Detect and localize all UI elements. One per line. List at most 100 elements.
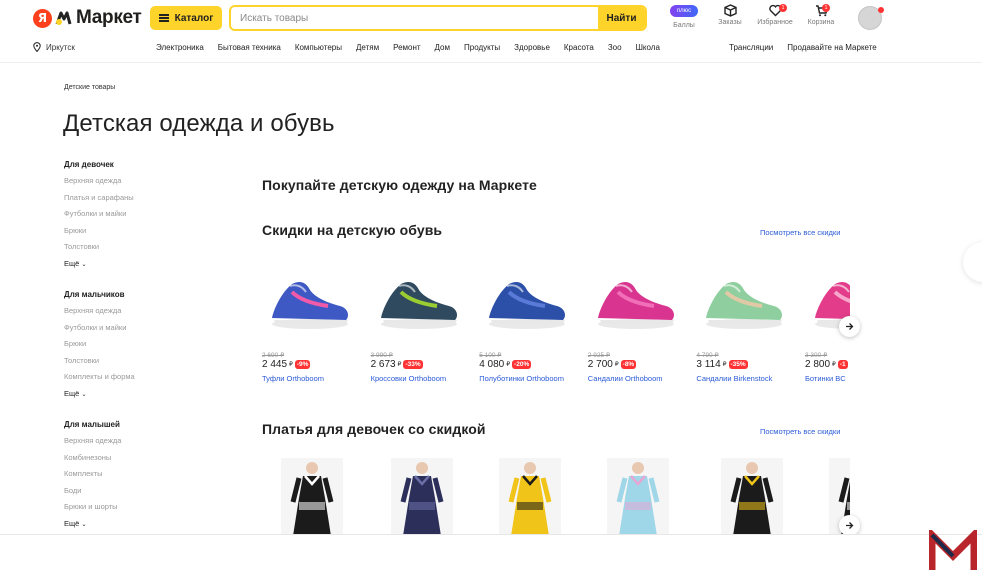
search-button[interactable]: Найти xyxy=(598,7,645,29)
sidebar-group-boys: Для мальчиков Верхняя одежда Футболки и … xyxy=(64,290,194,405)
nav-item-repair[interactable]: Ремонт xyxy=(393,43,420,52)
old-price: 4 790 ₽ xyxy=(696,352,719,359)
product-image[interactable] xyxy=(479,262,574,340)
points-label: Баллы xyxy=(673,22,695,29)
plus-badge-icon: плюс xyxy=(670,5,698,17)
nav-item-kids[interactable]: Детям xyxy=(356,43,379,52)
shoes-see-all-link[interactable]: Посмотреть все скидки xyxy=(760,228,840,237)
user-avatar[interactable] xyxy=(858,6,884,30)
sidebar-item[interactable]: Комбинезоны xyxy=(64,453,194,470)
floating-side-button[interactable] xyxy=(963,242,982,282)
sidebar-group-title[interactable]: Для малышей xyxy=(64,420,194,436)
product-image[interactable] xyxy=(371,262,466,340)
shoe-product-card[interactable]: 5 100 ₽4 080 ₽ -20% Полуботинки Orthoboom xyxy=(479,262,581,383)
sidebar-item[interactable]: Брюки и шорты xyxy=(64,502,194,519)
header-divider xyxy=(0,62,982,63)
product-title-link[interactable]: Туфли Orthoboom xyxy=(262,374,364,383)
sidebar-item[interactable]: Футболки и майки xyxy=(64,323,194,340)
dress-product-image[interactable] xyxy=(721,458,783,534)
sidebar-item[interactable]: Брюки xyxy=(64,226,194,243)
product-title-link[interactable]: Полуботинки Orthoboom xyxy=(479,374,581,383)
cart-badge: 1 xyxy=(822,4,830,12)
market-logo[interactable]: Я Маркет xyxy=(33,6,142,30)
dress-product-image[interactable] xyxy=(391,458,453,534)
nav-item-home[interactable]: Дом xyxy=(435,43,450,52)
points-button[interactable]: плюс Баллы xyxy=(661,4,707,34)
sidebar-item[interactable]: Толстовки xyxy=(64,242,194,259)
box-icon xyxy=(723,4,737,17)
price-row: 2 445 ₽ -9% xyxy=(262,359,364,370)
sidebar-more-button[interactable]: Ещё ⌄ xyxy=(64,519,194,535)
product-title-link[interactable]: Ботинки BC xyxy=(805,374,850,383)
product-image[interactable] xyxy=(696,262,791,340)
price-row: 3 114 ₽ -35% xyxy=(696,359,798,370)
promo-heading: Покупайте детскую одежду на Маркете xyxy=(262,177,537,193)
price-row: 2 700 ₽ -8% xyxy=(588,359,690,370)
shoe-product-card[interactable]: 4 790 ₽3 114 ₽ -35% Сандалии Birkenstock xyxy=(696,262,798,383)
shoes-next-button[interactable] xyxy=(839,316,860,337)
sidebar-item[interactable]: Толстовки xyxy=(64,356,194,373)
product-title-link[interactable]: Сандалии Birkenstock xyxy=(696,374,798,383)
old-price: 3 300 ₽ xyxy=(805,352,828,359)
current-price: 3 114 xyxy=(696,359,721,370)
nav-item-groceries[interactable]: Продукты xyxy=(464,43,500,52)
sidebar-group-title[interactable]: Для девочек xyxy=(64,160,194,176)
nav-item-computers[interactable]: Компьютеры xyxy=(295,43,342,52)
product-image[interactable] xyxy=(588,262,683,340)
current-price: 4 080 xyxy=(479,359,505,370)
nav-item-appliances[interactable]: Бытовая техника xyxy=(218,43,281,52)
nav-right: Трансляции Продавайте на Маркете xyxy=(729,43,877,52)
dress-product-image[interactable] xyxy=(499,458,561,534)
orders-button[interactable]: Заказы xyxy=(707,4,753,34)
price-row: 2 800 ₽ -1 xyxy=(805,359,850,370)
sidebar-item[interactable]: Комплекты xyxy=(64,469,194,486)
sidebar-group-title[interactable]: Для мальчиков xyxy=(64,290,194,306)
sidebar-item[interactable]: Верхняя одежда xyxy=(64,306,194,323)
shoe-product-card[interactable]: 2 925 ₽2 700 ₽ -8% Сандалии Orthoboom xyxy=(588,262,690,383)
search-input[interactable] xyxy=(231,7,598,29)
sidebar-item[interactable]: Комплекты и форма xyxy=(64,372,194,389)
catalog-button[interactable]: Каталог xyxy=(150,6,222,30)
sidebar-more-button[interactable]: Ещё ⌄ xyxy=(64,259,194,275)
nav-item-pets[interactable]: Зоо xyxy=(608,43,622,52)
sidebar-item[interactable]: Верхняя одежда xyxy=(64,176,194,193)
product-image[interactable] xyxy=(262,262,357,340)
shoe-product-card[interactable]: 3 990 ₽2 673 ₽ -33% Кроссовки Orthoboom xyxy=(371,262,473,383)
currency: ₽ xyxy=(832,362,836,368)
discount-badge: -9% xyxy=(294,360,311,369)
nav-item-school[interactable]: Школа xyxy=(636,43,660,52)
catalog-label: Каталог xyxy=(174,12,214,24)
location-pin-icon xyxy=(33,42,41,52)
sidebar-item[interactable]: Боди xyxy=(64,486,194,503)
product-title-link[interactable]: Кроссовки Orthoboom xyxy=(371,374,473,383)
shoe-product-card[interactable]: 2 690 ₽2 445 ₽ -9% Туфли Orthoboom xyxy=(262,262,364,383)
dresses-carousel xyxy=(262,458,850,534)
favorites-button[interactable]: 1 Избранное xyxy=(752,4,798,34)
nav-item-health[interactable]: Здоровье xyxy=(514,43,550,52)
sidebar-item[interactable]: Футболки и майки xyxy=(64,209,194,226)
sidebar-item[interactable]: Верхняя одежда xyxy=(64,436,194,453)
currency: ₽ xyxy=(506,362,511,368)
watermark-logo: M xyxy=(928,526,978,572)
price-row: 2 673 ₽ -33% xyxy=(371,359,473,370)
nav-item-electronics[interactable]: Электроника xyxy=(156,43,204,52)
nav-item-beauty[interactable]: Красота xyxy=(564,43,594,52)
product-title-link[interactable]: Сандалии Orthoboom xyxy=(588,374,690,383)
dresses-next-button[interactable] xyxy=(839,515,860,536)
sidebar-more-label: Ещё xyxy=(64,258,80,268)
city-selector[interactable]: Иркутск xyxy=(33,42,75,52)
search-bar: Найти xyxy=(229,5,647,31)
breadcrumb[interactable]: Детские товары xyxy=(64,84,115,91)
nav-item-broadcasts[interactable]: Трансляции xyxy=(729,43,773,52)
sidebar-item[interactable]: Платья и сарафаны xyxy=(64,193,194,210)
dress-product-image[interactable] xyxy=(607,458,669,534)
sidebar-item[interactable]: Брюки xyxy=(64,339,194,356)
nav-item-sell[interactable]: Продавайте на Маркете xyxy=(787,43,876,52)
cart-label: Корзина xyxy=(807,19,835,26)
discount-badge: -33% xyxy=(403,360,423,369)
dresses-see-all-link[interactable]: Посмотреть все скидки xyxy=(760,427,840,436)
dress-product-image[interactable] xyxy=(281,458,343,534)
dresses-section-heading: Платья для девочек со скидкой xyxy=(262,421,486,437)
cart-button[interactable]: 1 Корзина xyxy=(798,4,844,34)
sidebar-more-button[interactable]: Ещё ⌄ xyxy=(64,389,194,405)
